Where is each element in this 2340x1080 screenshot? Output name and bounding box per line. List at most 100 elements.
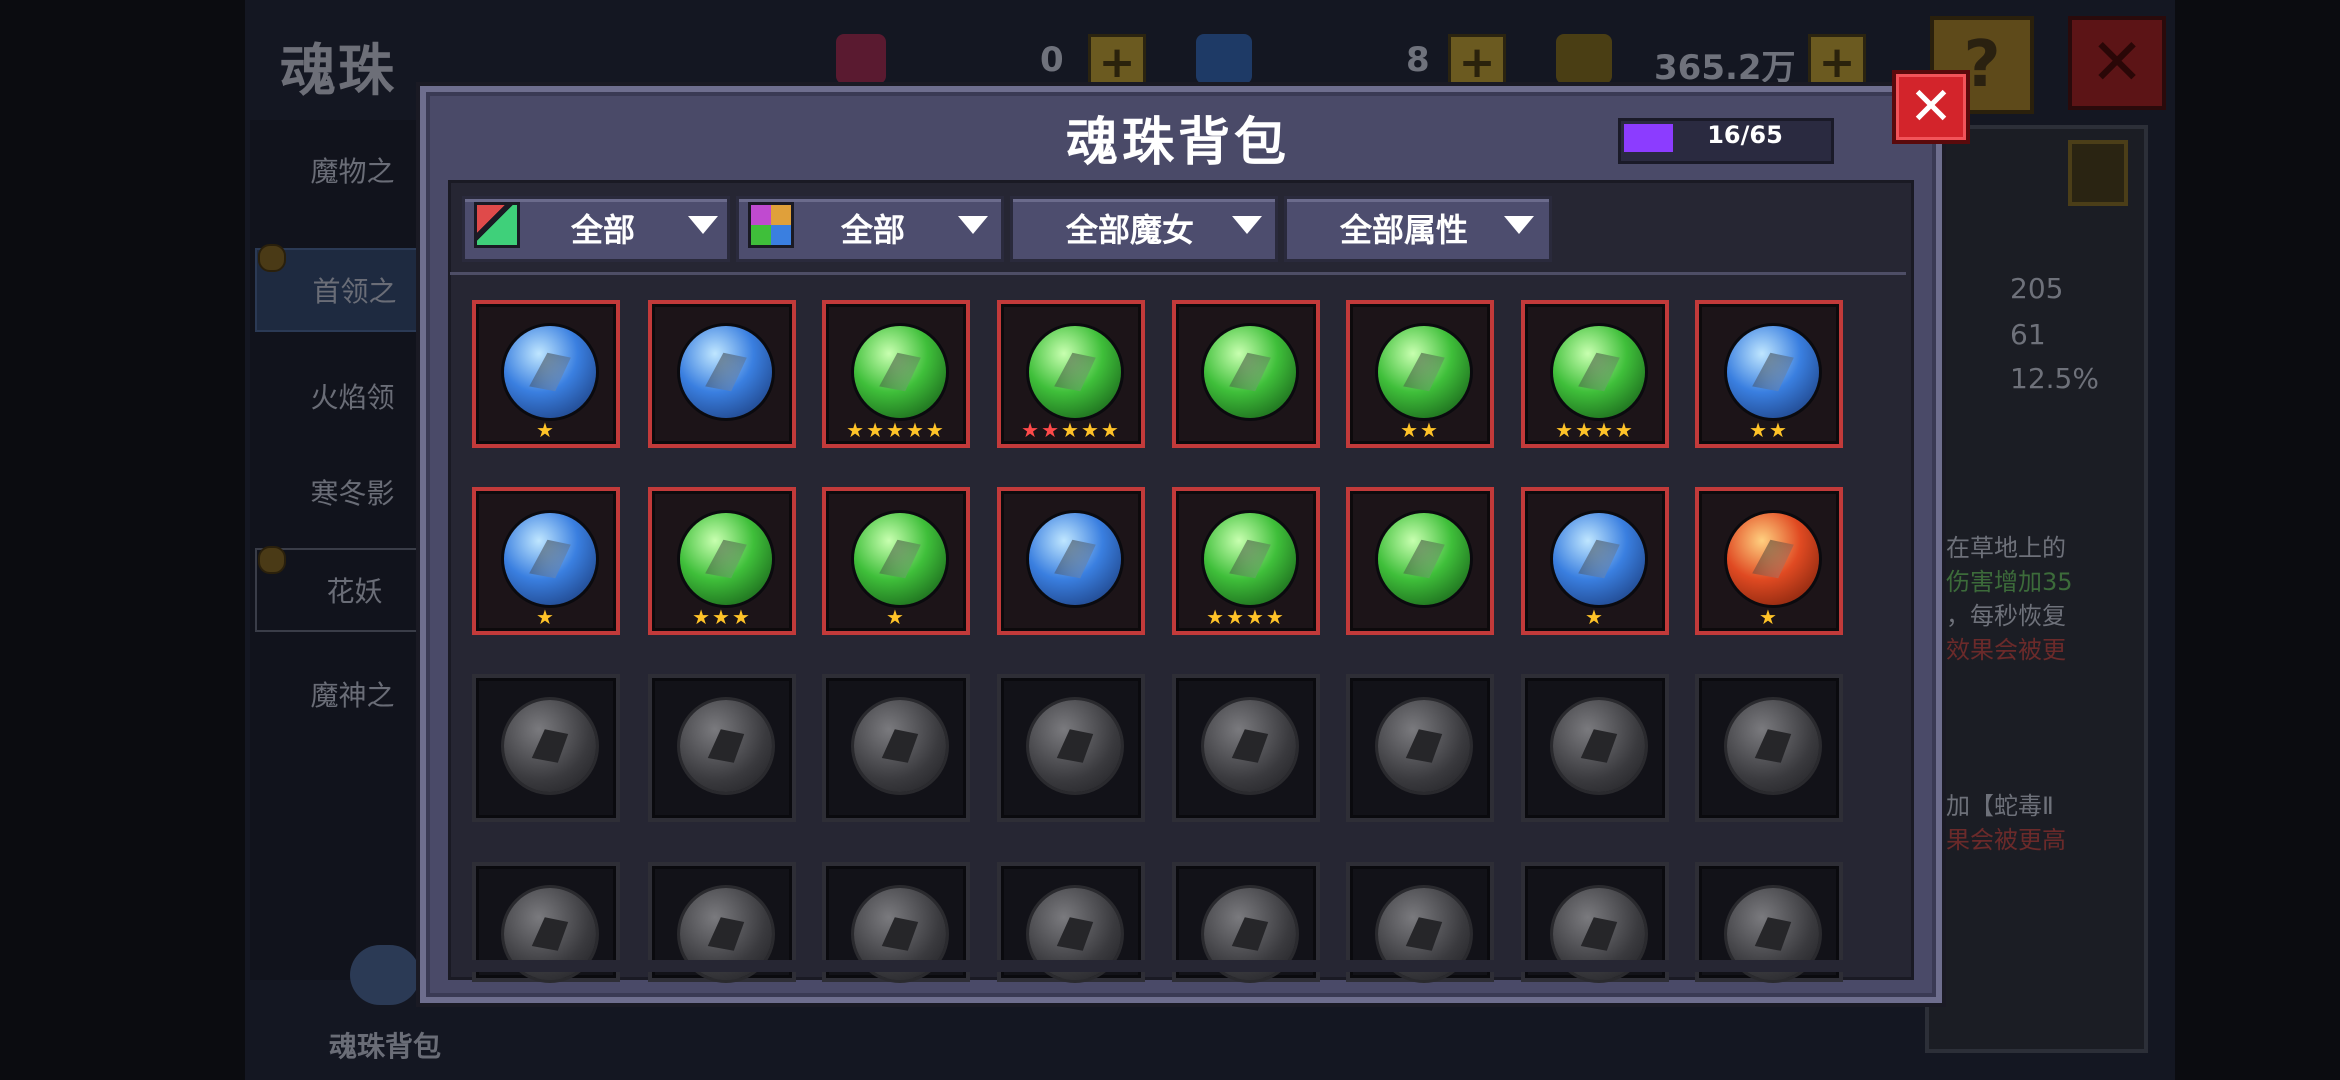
star-rating: ★★★★ xyxy=(1555,418,1635,442)
description-line: 效果会被更 xyxy=(1946,636,2066,664)
locked-orb-icon xyxy=(1553,700,1645,792)
soul-orb-slot[interactable] xyxy=(648,300,796,448)
soul-orb-slot[interactable]: ★★★★★ xyxy=(997,300,1145,448)
sidebar-badge-icon xyxy=(258,244,286,272)
soul-orb-slot[interactable]: ★★★★ xyxy=(1172,487,1320,635)
soul-orb-slot[interactable]: ★ xyxy=(1521,487,1669,635)
locked-orb-icon xyxy=(854,700,946,792)
orb-emblem xyxy=(1578,352,1620,392)
add-blue-gem-button[interactable]: + xyxy=(1448,34,1506,92)
chevron-down-icon xyxy=(1232,216,1262,234)
star-rating: ★ xyxy=(536,605,556,629)
orb-emblem xyxy=(705,539,747,579)
sidebar-badge-icon xyxy=(258,546,286,574)
rarity-color-icon xyxy=(474,202,520,248)
capacity-text: 16/65 xyxy=(1707,121,1783,149)
soul-orb-slot[interactable] xyxy=(1346,487,1494,635)
page-title: 魂珠 xyxy=(280,39,396,104)
silhouette-icon xyxy=(1580,917,1618,951)
soul-orb-slot[interactable]: ★★ xyxy=(1346,300,1494,448)
silhouette-icon xyxy=(1754,729,1792,763)
silhouette-icon xyxy=(1754,917,1792,951)
locked-orb-icon xyxy=(1029,700,1121,792)
add-pink-gem-button[interactable]: + xyxy=(1088,34,1146,92)
lizard-icon xyxy=(1553,326,1645,418)
silhouette-icon xyxy=(881,729,919,763)
silhouette-icon xyxy=(1056,917,1094,951)
soul-orb-slot[interactable] xyxy=(997,487,1145,635)
soul-orb-slot[interactable] xyxy=(1172,300,1320,448)
locked-orb-slot[interactable] xyxy=(822,674,970,822)
silhouette-icon xyxy=(1580,729,1618,763)
chevron-down-icon xyxy=(1504,216,1534,234)
silhouette-icon xyxy=(1231,729,1269,763)
blue-gem-count: 8 xyxy=(1406,40,1430,80)
silhouette-icon xyxy=(707,917,745,951)
dark-blade-icon xyxy=(504,326,596,418)
silhouette-icon xyxy=(707,729,745,763)
star-rating: ★ xyxy=(886,605,906,629)
ice-bow-icon xyxy=(504,513,596,605)
orb-emblem xyxy=(1229,352,1271,392)
stat-value: 12.5% xyxy=(2010,362,2099,395)
soul-orb-slot[interactable]: ★ xyxy=(1695,487,1843,635)
star-rating: ★★★ xyxy=(692,605,752,629)
description-line: ，每秒恢复 xyxy=(1946,602,2066,630)
chevron-down-icon xyxy=(958,216,988,234)
silhouette-icon xyxy=(531,729,569,763)
ice-axe-icon xyxy=(1727,326,1819,418)
dark-sword-icon xyxy=(1378,513,1470,605)
orb-emblem xyxy=(529,352,571,392)
soul-orb-slot[interactable]: ★★★ xyxy=(648,487,796,635)
pink-gem-icon xyxy=(836,34,886,84)
star-rating: ★★ xyxy=(1400,418,1440,442)
soul-orb-slot[interactable]: ★★ xyxy=(1695,300,1843,448)
soul-orb-slot[interactable]: ★ xyxy=(472,487,620,635)
soul-orb-slot[interactable]: ★ xyxy=(472,300,620,448)
stat-value: 61 xyxy=(2010,318,2046,351)
locked-orb-slot[interactable] xyxy=(997,674,1145,822)
star-rating: ★ xyxy=(1759,605,1779,629)
locked-orb-slot[interactable] xyxy=(648,674,796,822)
locked-orb-slot[interactable] xyxy=(1172,674,1320,822)
description-line: 果会被更高 xyxy=(1946,826,2066,854)
soul-bag-shortcut-label: 魂珠背包 xyxy=(328,1030,441,1063)
orb-emblem xyxy=(1229,539,1271,579)
soul-orb-slot[interactable]: ★ xyxy=(822,487,970,635)
silhouette-icon xyxy=(1056,729,1094,763)
cannon-icon xyxy=(854,513,946,605)
background-close-button[interactable]: ✕ xyxy=(2068,16,2166,110)
star-rating: ★★ xyxy=(1749,418,1789,442)
soul-orb-slot[interactable]: ★★★★★ xyxy=(822,300,970,448)
locked-orb-icon xyxy=(680,700,772,792)
soul-orb-slot[interactable]: ★★★★ xyxy=(1521,300,1669,448)
pink-gem-count: 0 xyxy=(1040,40,1064,80)
locked-orb-slot[interactable] xyxy=(1521,674,1669,822)
close-button[interactable]: ✕ xyxy=(1892,70,1970,144)
locked-orb-slot[interactable] xyxy=(1346,674,1494,822)
orb-emblem xyxy=(879,539,921,579)
witch-filter-label: 全部魔女 xyxy=(1065,211,1194,249)
description-line: 伤害增加35 xyxy=(1946,568,2073,596)
sword-icon xyxy=(680,326,772,418)
add-gold-button[interactable]: + xyxy=(1808,34,1866,92)
locked-orb-slot[interactable] xyxy=(472,674,620,822)
trident-icon xyxy=(1553,513,1645,605)
divider xyxy=(450,272,1906,275)
grid-bottom-edge xyxy=(452,960,1904,972)
orb-emblem xyxy=(1054,539,1096,579)
dagger-icon xyxy=(1029,513,1121,605)
battery-icon xyxy=(2068,140,2128,206)
description-line: 在草地上的 xyxy=(1946,534,2066,562)
orb-emblem xyxy=(879,352,921,392)
locked-orb-icon xyxy=(504,700,596,792)
fire-beast-icon xyxy=(1727,513,1819,605)
locked-orb-icon xyxy=(1727,700,1819,792)
orb-emblem xyxy=(1054,352,1096,392)
locked-orb-slot[interactable] xyxy=(1695,674,1843,822)
silhouette-icon xyxy=(1231,917,1269,951)
skeleton-icon xyxy=(1029,326,1121,418)
star-rating: ★★★★★ xyxy=(1021,418,1121,442)
attribute-filter-label: 全部属性 xyxy=(1339,211,1468,249)
orb-emblem xyxy=(1752,352,1794,392)
